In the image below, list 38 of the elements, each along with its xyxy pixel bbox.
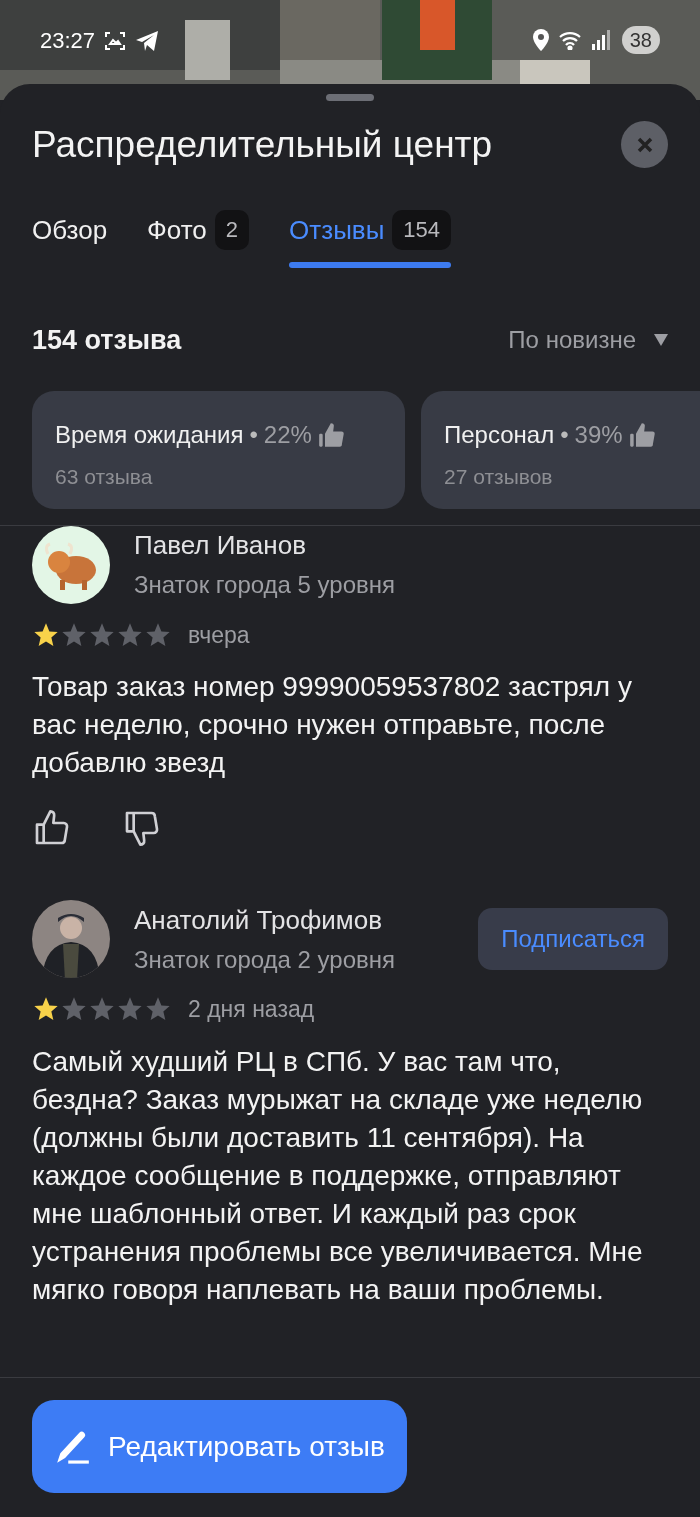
- edit-review-button[interactable]: Редактировать отзыв: [32, 1400, 407, 1493]
- clock: 23:27: [40, 27, 96, 55]
- avatar[interactable]: [32, 525, 110, 604]
- review-text: Самый худший РЦ в СПб. У вас там что, бездна? Заказ мурыжат на складе уже неделю (должны были доставить 11 сентября). На каждое сообщение в поддержке, отправляют мне шаблонный ответ. И каждый раз срок устранения проблемы все увеличивается. Мне мягко говоря наплевать на ваши проблемы.: [32, 1044, 644, 1307]
- review-date: вчера: [188, 620, 250, 650]
- thumbs-up-icon: [628, 420, 657, 449]
- aspect-chip[interactable]: Персонал • 39% 27 отзывов: [421, 390, 700, 509]
- aspect-name: Персонал: [444, 419, 555, 450]
- paper-plane-icon: [135, 29, 160, 52]
- close-button[interactable]: [621, 121, 668, 168]
- aspect-count: 63 отзыва: [55, 463, 154, 490]
- location-pin-icon: [531, 29, 550, 51]
- dropdown-caret-icon: [654, 334, 668, 347]
- place-title: Распределительный центр: [32, 122, 493, 167]
- author-level: Знаток города 2 уровня: [134, 944, 396, 975]
- aspect-count: 27 отзывов: [444, 463, 554, 490]
- aspect-percent: 39%: [574, 419, 623, 450]
- author-name[interactable]: Павел Иванов: [134, 526, 668, 565]
- bullet: •: [560, 419, 569, 450]
- count-badge: 154: [392, 210, 452, 250]
- count-badge: 2: [214, 210, 250, 250]
- thumbs-up-icon: [317, 420, 346, 449]
- tab[interactable]: Фото 2: [147, 210, 250, 268]
- tab[interactable]: Отзывы 154: [289, 210, 452, 268]
- author-level: Знаток города 5 уровня: [134, 570, 396, 600]
- aspect-chip[interactable]: Время ожидания • 22% 63 отзыва: [32, 390, 405, 509]
- author-name[interactable]: Анатолий Трофимов: [134, 900, 455, 940]
- aspect-name: Время ожидания: [55, 419, 244, 450]
- aspect-percent: 22%: [263, 419, 312, 450]
- bullet: •: [249, 419, 258, 450]
- signal-icon: [591, 30, 610, 50]
- close-icon: [635, 135, 654, 154]
- tab[interactable]: Обзор: [32, 210, 108, 268]
- drag-handle[interactable]: [326, 94, 374, 101]
- review-date: 2 дня назад: [188, 995, 315, 1024]
- reviews-count: 154 отзыва: [32, 324, 182, 357]
- review-text: Товар заказ номер 99990059537802 застрял у вас неделю, срочно нужен отправьте, после добавлю звезд: [32, 670, 633, 780]
- sort-dropdown[interactable]: По новизне: [508, 322, 668, 359]
